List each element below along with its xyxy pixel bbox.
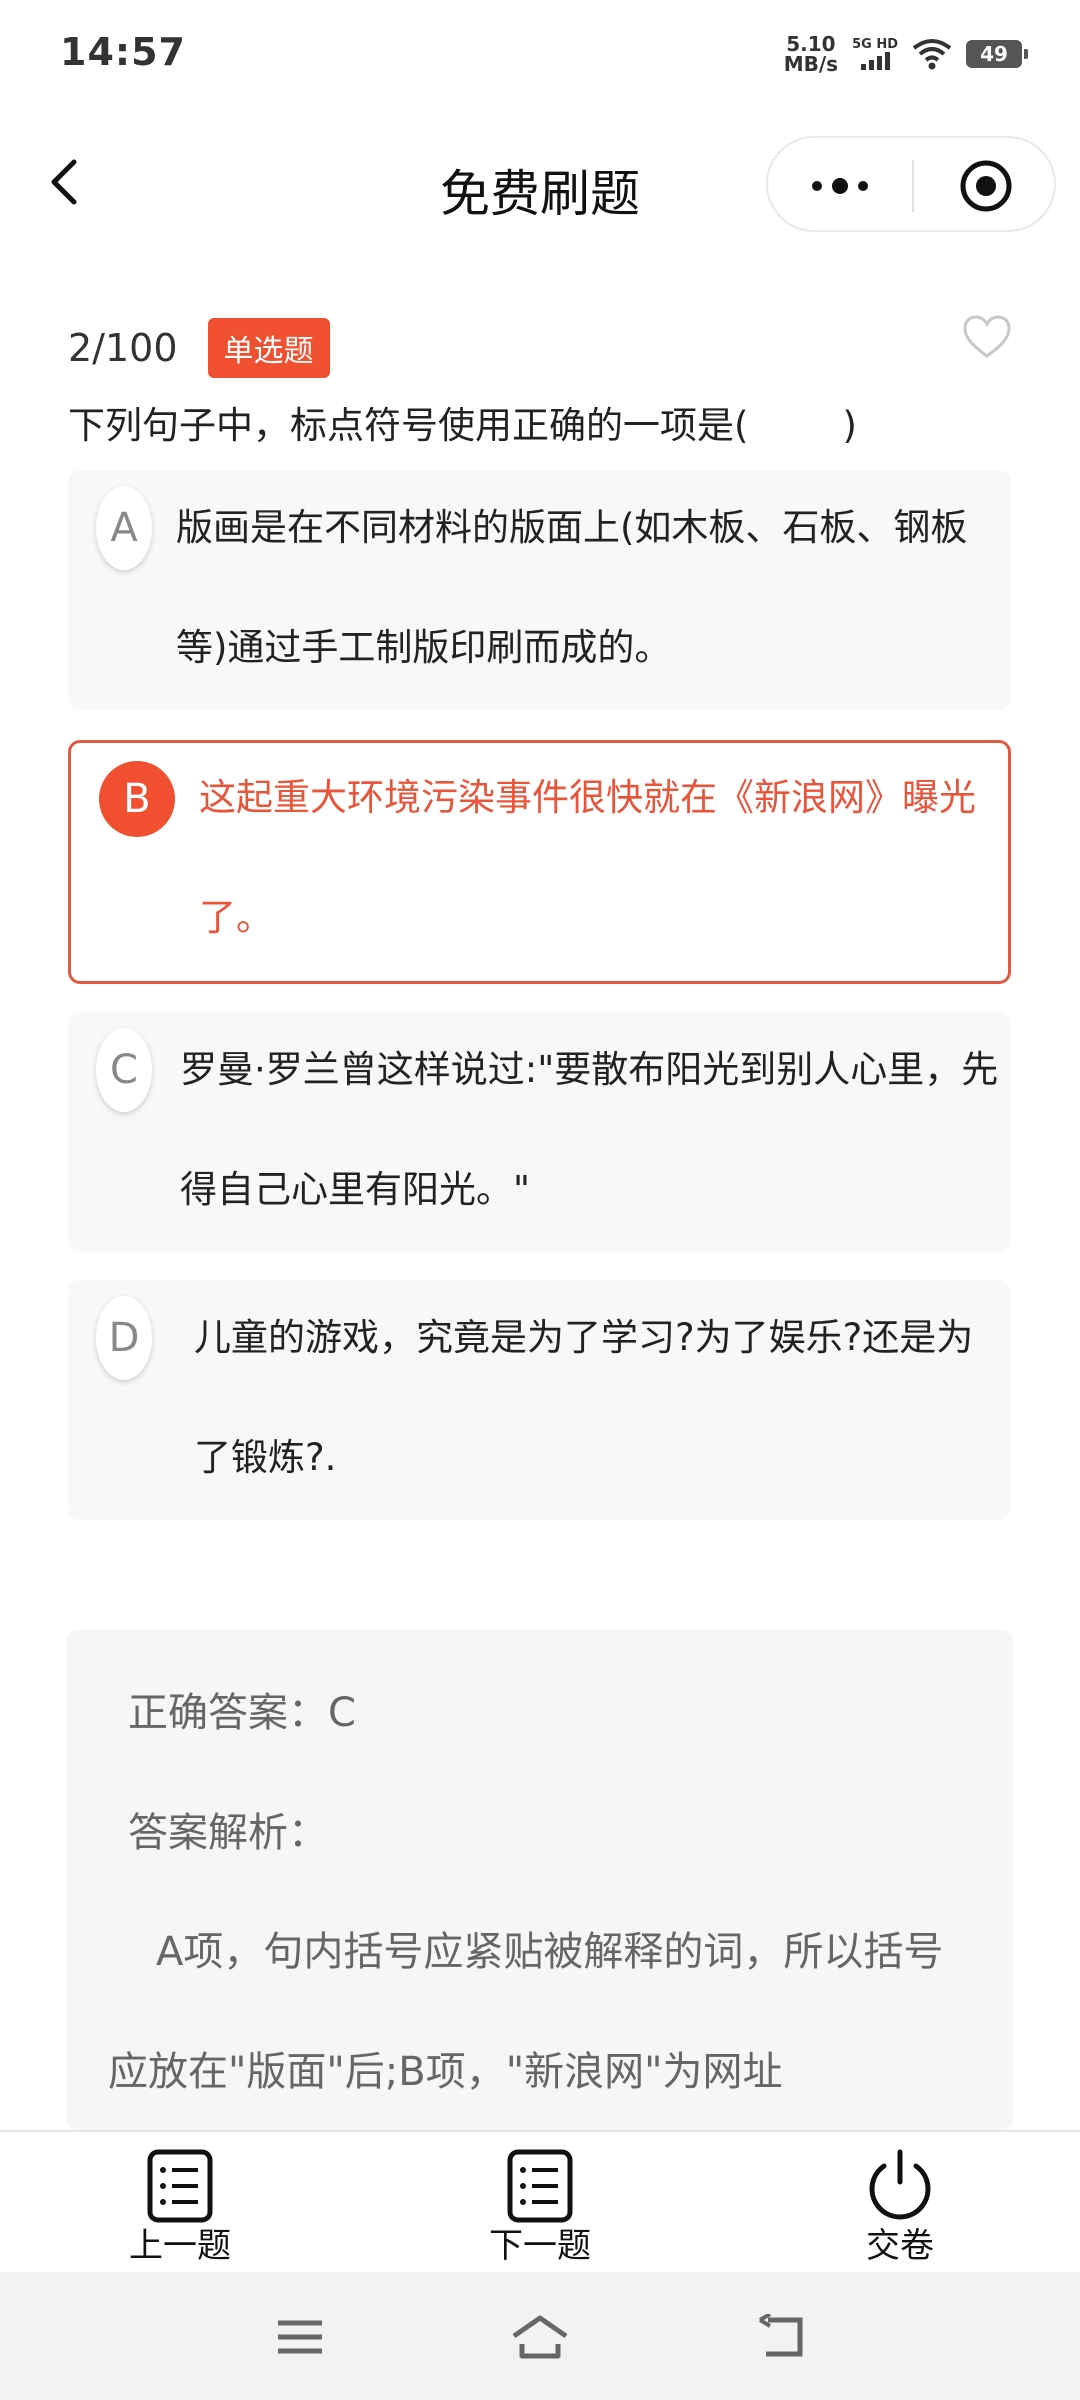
status-icons: 5.10 MB/s 5G HD 49 (784, 34, 1028, 74)
power-icon (869, 2149, 931, 2220)
status-time: 14:57 (60, 30, 186, 74)
correct-answer: 正确答案：C (128, 1690, 356, 1736)
signal-label: 5G HD (852, 37, 898, 52)
option-letter: A (96, 486, 152, 570)
question-header: 2/100 单选题 (68, 318, 330, 378)
battery-icon: 49 (966, 40, 1028, 68)
wifi-icon (912, 39, 952, 70)
analysis-label: 答案解析： (128, 1810, 328, 1856)
option-a[interactable]: A 版画是在不同材料的版面上(如木板、石板、钢板等)通过手工制版印刷而成的。 (68, 470, 1011, 710)
more-button[interactable] (768, 138, 912, 234)
mini-program-capsule (766, 136, 1056, 232)
option-text: 儿童的游戏，究竟是为了学习?为了娱乐?还是为了锻炼?. (194, 1316, 974, 1479)
close-mini-program-button[interactable] (914, 138, 1058, 234)
option-letter: B (99, 761, 175, 837)
option-text: 罗曼·罗兰曾这样说过:"要散布阳光到别人心里，先得自己心里有阳光。" (180, 1048, 999, 1211)
network-speed-unit: MB/s (783, 52, 839, 76)
recent-apps-button[interactable] (270, 2312, 330, 2362)
title-bar: 免费刷题 (0, 110, 1080, 250)
answer-panel: 正确答案：C 答案解析： A项，句内括号应紧贴被解释的词，所以括号应放在"版面"… (66, 1630, 1013, 2130)
tab-label: 交卷 (866, 2226, 934, 2266)
option-c[interactable]: C 罗曼·罗兰曾这样说过:"要散布阳光到别人心里，先得自己心里有阳光。" (68, 1012, 1011, 1252)
cellular-signal-icon: 5G HD (852, 38, 898, 70)
option-text: 这起重大环境污染事件很快就在《新浪网》曝光了。 (199, 776, 976, 939)
question-type-badge: 单选题 (207, 318, 330, 378)
submit-exam-button[interactable]: 交卷 (810, 2148, 990, 2266)
status-bar: 14:57 5.10 MB/s 5G HD 49 (0, 0, 1080, 110)
back-nav-button[interactable] (752, 2312, 812, 2362)
network-speed: 5.10 MB/s (784, 34, 838, 74)
heart-icon (963, 315, 1011, 358)
list-icon (507, 2149, 573, 2223)
bottom-tab-bar: 上一题 下一题 交卷 (0, 2130, 1080, 2272)
option-text: 版画是在不同材料的版面上(如木板、石板、钢板等)通过手工制版印刷而成的。 (176, 506, 968, 669)
battery-level: 49 (980, 42, 1008, 66)
option-b[interactable]: B 这起重大环境污染事件很快就在《新浪网》曝光了。 (68, 740, 1011, 984)
tab-label: 上一题 (129, 2226, 231, 2266)
tab-label: 下一题 (489, 2226, 591, 2266)
more-dots-icon (812, 181, 822, 191)
analysis-text: A项，句内括号应紧贴被解释的词，所以括号应放在"版面"后;B项，"新浪网"为网址 (108, 1929, 944, 2095)
back-arrow-icon (758, 2314, 803, 2357)
menu-icon (278, 2320, 322, 2354)
list-icon (147, 2149, 213, 2223)
system-nav-bar (0, 2272, 1080, 2400)
favorite-button[interactable] (962, 314, 1012, 360)
home-button[interactable] (510, 2312, 570, 2362)
home-icon (512, 2315, 568, 2359)
question-progress: 2/100 (68, 326, 178, 370)
option-d[interactable]: D 儿童的游戏，究竟是为了学习?为了娱乐?还是为了锻炼?. (68, 1280, 1011, 1520)
target-close-icon (960, 160, 1012, 212)
prev-question-button[interactable]: 上一题 (90, 2148, 270, 2266)
option-letter: D (96, 1296, 152, 1380)
question-stem: 下列句子中，标点符号使用正确的一项是( ) (68, 404, 857, 447)
next-question-button[interactable]: 下一题 (450, 2148, 630, 2266)
network-speed-value: 5.10 (786, 32, 836, 56)
option-letter: C (96, 1028, 152, 1112)
